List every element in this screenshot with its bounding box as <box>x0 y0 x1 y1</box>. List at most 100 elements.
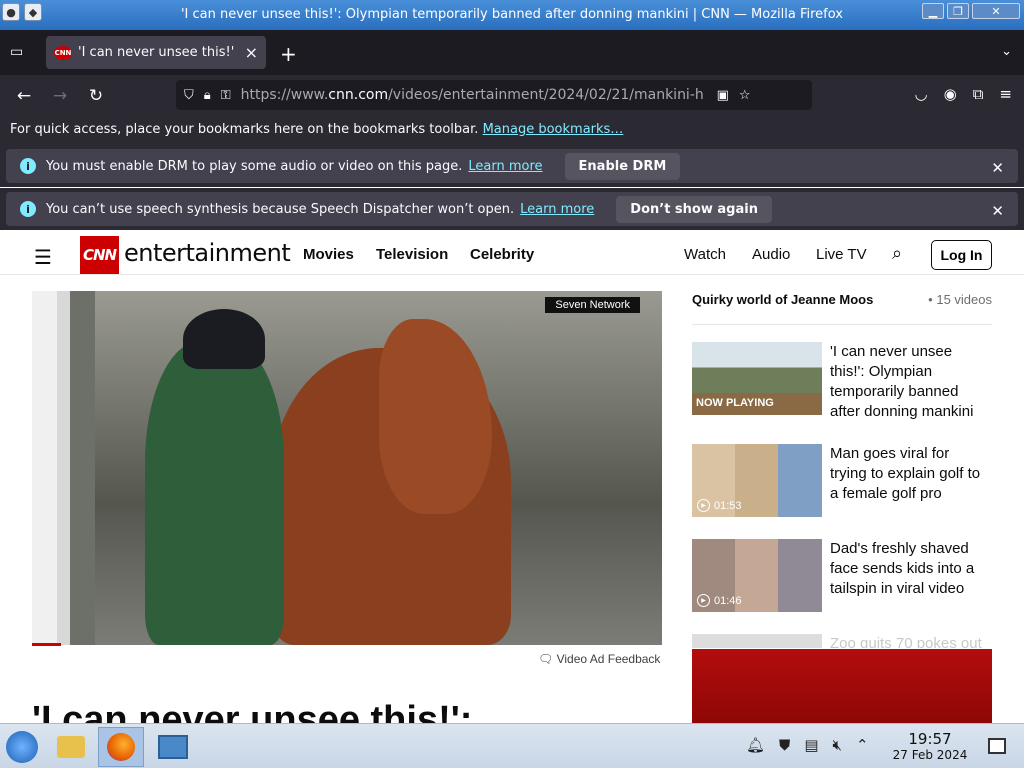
tab-active[interactable]: CNN 'I can never unsee this!' × <box>46 36 266 69</box>
system-tray: 🔔︎ ⛊ ▤ 🔇︎ ⌃ <box>746 736 869 754</box>
playlist-count: • 15 videos <box>928 292 992 307</box>
page-headline: 'I can never unsee this!': <box>32 699 473 723</box>
close-notification-icon[interactable]: ✕ <box>991 159 1004 177</box>
playlist-item-partial[interactable]: Zoo quits 70 pokes out <box>692 634 992 648</box>
display-icon <box>158 735 188 759</box>
url-text[interactable]: https://www.cnn.com/videos/entertainment… <box>241 87 707 103</box>
account-icon[interactable]: ◉ <box>944 85 957 103</box>
tab-close-icon[interactable]: × <box>245 43 258 62</box>
nav-celebrity[interactable]: Celebrity <box>470 246 534 263</box>
tab-title: 'I can never unsee this!' <box>78 45 235 60</box>
reload-icon[interactable]: ↻ <box>85 85 107 107</box>
list-all-tabs-icon[interactable]: ⌄ <box>1001 44 1012 59</box>
forward-icon[interactable]: → <box>49 85 71 107</box>
playlist-item-title[interactable]: Zoo quits 70 pokes out <box>830 634 990 648</box>
bookmark-star-icon[interactable]: ☆ <box>739 88 751 103</box>
cnn-header: ☰ CNN entertainment Movies Television Ce… <box>0 235 1024 275</box>
now-playing-label: NOW PLAYING <box>696 397 774 409</box>
url-bar[interactable]: ⛉ 🔒︎ ⚿ https://www.cnn.com/videos/entert… <box>176 80 812 110</box>
nav-watch[interactable]: Watch <box>684 246 726 263</box>
video-thumbnail[interactable]: ▶ 01:46 <box>692 539 822 612</box>
clock-time: 19:57 <box>908 730 952 748</box>
enable-drm-button[interactable]: Enable DRM <box>564 152 681 180</box>
tray-expand-icon[interactable]: ⌃ <box>856 736 869 754</box>
playlist-item-title[interactable]: Man goes viral for trying to explain gol… <box>830 444 990 504</box>
url-domain: cnn.com <box>328 87 389 103</box>
manage-bookmarks-link[interactable]: Manage bookmarks… <box>483 122 624 137</box>
speech-notification: i You can’t use speech synthesis because… <box>0 188 1024 230</box>
playlist-item-title[interactable]: Dad's freshly shaved face sends kids int… <box>830 539 990 599</box>
video-thumbnail[interactable] <box>692 634 822 648</box>
clock-date: 27 Feb 2024 <box>892 748 968 762</box>
hamburger-menu-icon[interactable]: ☰ <box>34 245 52 269</box>
firefox-view-icon[interactable]: ▭ <box>10 44 28 60</box>
minimize-button[interactable]: ▁ <box>922 3 944 19</box>
volume-muted-icon[interactable]: 🔇︎ <box>833 736 842 754</box>
show-desktop-icon[interactable] <box>988 738 1006 754</box>
search-icon[interactable]: ⌕ <box>892 243 902 264</box>
nav-television[interactable]: Television <box>376 246 448 263</box>
permissions-icon[interactable]: ⚿ <box>221 88 231 103</box>
window-title: 'I can never unsee this!': Olympian temp… <box>180 7 844 22</box>
notification-message: You can’t use speech synthesis because S… <box>46 201 515 217</box>
video-ad-feedback-label: Video Ad Feedback <box>556 652 661 666</box>
video-thumbnail[interactable]: NOW PLAYING <box>692 342 822 415</box>
close-window-button[interactable]: ✕ <box>972 3 1020 19</box>
cnn-favicon-icon: CNN <box>54 45 72 60</box>
close-notification-icon[interactable]: ✕ <box>991 202 1004 220</box>
taskbar-display-settings[interactable] <box>150 727 196 767</box>
back-icon[interactable]: ← <box>13 85 35 107</box>
nav-audio[interactable]: Audio <box>752 246 790 263</box>
video-player[interactable]: Seven Network <box>32 291 662 645</box>
window-controls: ▁ ❐ ✕ <box>922 3 1020 19</box>
playlist-item[interactable]: ▶ 01:46 Dad's freshly shaved face sends k… <box>692 539 992 619</box>
maximize-button[interactable]: ❐ <box>947 3 969 19</box>
taskbar-firefox[interactable] <box>98 727 144 767</box>
tracking-protection-icon[interactable]: ⛉ <box>184 88 194 103</box>
window-titlebar: ● ◆ 'I can never unsee this!': Olympian … <box>0 0 1024 30</box>
taskbar-file-manager[interactable] <box>48 727 94 767</box>
video-frame-helmet <box>183 308 266 369</box>
playlist-item[interactable]: NOW PLAYING 'I can never unsee this!': O… <box>692 342 992 422</box>
info-icon: i <box>20 158 36 174</box>
video-thumbnail[interactable]: ▶ 01:53 <box>692 444 822 517</box>
menu-icon[interactable]: ≡ <box>999 85 1012 103</box>
clipboard-icon[interactable]: ▤ <box>804 736 818 754</box>
url-prefix: https://www. <box>240 87 329 103</box>
login-button[interactable]: Log In <box>931 240 992 270</box>
pocket-icon[interactable]: ◡ <box>915 85 928 103</box>
playlist-item[interactable]: ▶ 01:53 Man goes viral for trying to expl… <box>692 444 992 524</box>
playlist-item-title[interactable]: 'I can never unsee this!': Olympian temp… <box>830 342 990 422</box>
playlist-divider <box>692 324 992 325</box>
nav-movies[interactable]: Movies <box>303 246 354 263</box>
learn-more-link[interactable]: Learn more <box>468 159 542 174</box>
cnn-logo[interactable]: CNN <box>80 236 119 274</box>
start-button[interactable] <box>6 731 38 763</box>
reader-view-icon[interactable]: ▣ <box>717 88 729 103</box>
dont-show-again-button[interactable]: Don’t show again <box>616 195 772 223</box>
learn-more-link[interactable]: Learn more <box>520 202 594 217</box>
notifications-icon[interactable]: 🔔︎ <box>746 736 765 754</box>
play-icon: ▶ <box>697 499 710 512</box>
advertisement[interactable] <box>692 649 992 723</box>
url-path: /videos/entertainment/2024/02/21/mankini… <box>388 87 704 103</box>
info-icon: i <box>20 201 36 217</box>
duration-text: 01:53 <box>714 499 742 512</box>
video-duration: ▶ 01:46 <box>697 594 742 607</box>
bookmarks-message: For quick access, place your bookmarks h… <box>10 122 479 137</box>
drm-notification: i You must enable DRM to play some audio… <box>0 145 1024 187</box>
taskbar: 🔔︎ ⛊ ▤ 🔇︎ ⌃ 19:57 27 Feb 2024 <box>0 723 1024 768</box>
video-ad-feedback[interactable]: 🗨︎ Video Ad Feedback <box>538 652 660 666</box>
section-name[interactable]: entertainment <box>124 239 291 267</box>
updates-icon[interactable]: ⛊ <box>779 736 790 754</box>
extensions-icon[interactable]: ⧉ <box>973 85 984 103</box>
playlist-header: Quirky world of Jeanne Moos • 15 videos <box>692 292 992 307</box>
lock-icon[interactable]: 🔒︎ <box>204 88 211 103</box>
toolbar-right-icons: ◡ ◉ ⧉ ≡ <box>915 85 1012 103</box>
bookmarks-toolbar: For quick access, place your bookmarks h… <box>0 115 1024 145</box>
nav-live-tv[interactable]: Live TV <box>816 246 867 263</box>
clock[interactable]: 19:57 27 Feb 2024 <box>880 730 980 762</box>
video-source-badge: Seven Network <box>545 297 640 313</box>
video-progress-bar[interactable] <box>32 643 61 646</box>
new-tab-icon[interactable]: + <box>280 42 297 66</box>
